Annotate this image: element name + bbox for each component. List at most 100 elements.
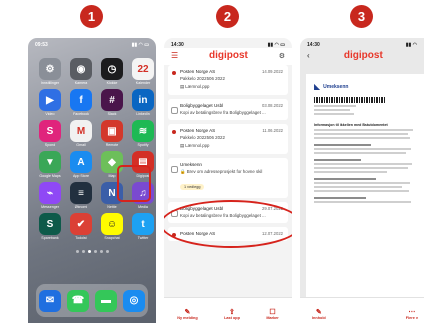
step-badge-2: 2 <box>216 5 239 28</box>
app-clock[interactable]: ◷ Klokke <box>99 58 125 85</box>
lock-icon: 🔒 <box>180 169 187 174</box>
app-economy[interactable]: ≡ Øknomi <box>68 182 94 209</box>
remote-icon: ▣ <box>101 120 123 142</box>
phone-home-screen: 09:53 ▮▮ ◠ ▭ ⚙ Innstillinger ◉ Kamera ◷ Klokk… <box>28 38 156 323</box>
app-label: Messenger <box>41 205 59 209</box>
spond-icon: S <box>39 120 61 142</box>
item-attachment: Lærnnol.ppp <box>185 143 210 148</box>
clock-icon: ◷ <box>101 58 123 80</box>
app-label: Google Maps <box>39 174 61 178</box>
page-dots <box>28 250 156 253</box>
item-date: 14.09.2022 <box>262 69 283 74</box>
menu-icon[interactable]: ☰ <box>171 51 178 60</box>
tab-contents[interactable]: ✎ Innhold <box>312 308 326 320</box>
app-camera[interactable]: ◉ Kamera <box>68 58 94 85</box>
app-label: Todoist <box>75 236 87 240</box>
phone-letter-view: 14:30 ▮▮ ◠ ‹ digipost ◣ Umeksenn Informa… <box>300 38 424 323</box>
tab-mark[interactable]: ☐ Marker <box>266 308 278 320</box>
inbox-item[interactable]: Posten Norge AS 11.06.2022 Pakkelo 2022506… <box>168 124 288 154</box>
bank-icon: S <box>39 213 61 235</box>
back-arrow-icon[interactable]: ‹ <box>307 51 310 60</box>
twitter-icon: t <box>132 213 154 235</box>
item-date: 03.08.2022 <box>262 103 283 108</box>
app-remote[interactable]: ▣ Remote <box>99 120 125 147</box>
new-message-icon: ✎ <box>184 309 191 316</box>
status-bar: 14:30 ▮▮ ◠ ▭ <box>164 38 292 48</box>
mark-icon: ☐ <box>269 309 276 316</box>
letter-document[interactable]: ◣ Umeksenn Informasjon til ikkelien med … <box>306 74 424 301</box>
messages-icon[interactable]: ▬ <box>95 289 117 312</box>
settings-icon: ⚙ <box>39 58 61 80</box>
app-app-store[interactable]: A App Store <box>68 151 94 178</box>
safari-icon[interactable]: ◎ <box>123 289 145 312</box>
tab-more[interactable]: ⋯ Flere v <box>406 308 418 320</box>
step-badge-3: 3 <box>350 5 373 28</box>
app-header: ‹ digipost <box>300 48 424 65</box>
tab-label: Marker <box>266 316 279 320</box>
status-icons: ▮▮ ◠ ▭ <box>131 42 149 48</box>
item-subject: Pakkelo 2022506 2022 <box>180 76 225 81</box>
snapchat-icon: ☺ <box>101 213 123 235</box>
phone-icon[interactable]: ☎ <box>67 289 89 312</box>
facebook-icon: f <box>70 89 92 111</box>
app-slack[interactable]: # Slack <box>99 89 125 116</box>
app-label: Kalender <box>135 81 151 85</box>
unread-dot-icon <box>172 130 176 134</box>
app-settings[interactable]: ⚙ Innstillinger <box>37 58 63 85</box>
inbox-item[interactable]: Umeksenn 🔒 Brev om adresseprosjekt for ho… <box>168 158 288 198</box>
sender-logo-icon: ◣ <box>314 82 321 91</box>
app-messenger[interactable]: ⌁ Messenger <box>37 182 63 209</box>
app-snapchat[interactable]: ☺ Snapchat <box>99 213 125 240</box>
app-video[interactable]: ▶ Video <box>37 89 63 116</box>
linkedin-icon: in <box>132 89 154 111</box>
select-checkbox[interactable] <box>171 107 178 114</box>
letter-sender: ◣ Umeksenn <box>314 82 349 91</box>
item-attachment: Lærnnol.ppp <box>185 84 210 89</box>
attachment-count-pill[interactable]: 1 vedlegg <box>180 184 205 190</box>
outlook-icon[interactable]: ✉ <box>39 289 61 312</box>
app-calendar[interactable]: 22 Kalender <box>130 58 156 85</box>
calendar-icon: 22 <box>132 58 154 80</box>
status-time: 09:53 <box>35 42 48 48</box>
inbox-item[interactable]: Boligbyggelaget Usbl 03.08.2022 Kopi av be… <box>168 99 288 120</box>
app-bank[interactable]: S Sparebank <box>37 213 63 240</box>
app-spotify[interactable]: ≋ Spotify <box>130 120 156 147</box>
inbox-item[interactable]: Posten Norge AS 14.09.2022 Pakkelo 2022506… <box>168 65 288 95</box>
spotify-icon: ≋ <box>132 120 154 142</box>
app-label: Nettie <box>107 205 117 209</box>
app-facebook[interactable]: f Facebook <box>68 89 94 116</box>
gmail-icon: M <box>70 120 92 142</box>
maps-icon: ▼ <box>39 151 61 173</box>
app-linkedin[interactable]: in LinkedIn <box>130 89 156 116</box>
app-gmail[interactable]: M Gmail <box>68 120 94 147</box>
select-checkbox[interactable] <box>171 166 178 173</box>
status-time: 14:30 <box>307 42 320 48</box>
tab-new-message[interactable]: ✎ Ny melding <box>177 308 197 320</box>
app-twitter[interactable]: t Twitter <box>130 213 156 240</box>
item-date: 11.06.2022 <box>262 128 283 133</box>
tab-upload[interactable]: ⇪ Last opp <box>224 308 240 320</box>
messenger-icon: ⌁ <box>39 182 61 204</box>
camera-icon: ◉ <box>70 58 92 80</box>
app-label: Remote <box>105 143 119 147</box>
tab-label: Ny melding <box>177 316 198 320</box>
item-sender: Umeksenn <box>180 162 202 167</box>
app-todoist[interactable]: ✔ Todoist <box>68 213 94 240</box>
app-label: Map <box>108 174 116 178</box>
todoist-icon: ✔ <box>70 213 92 235</box>
tab-label: Innhold <box>312 316 326 320</box>
digipost-logo: digipost <box>343 50 383 61</box>
app-label: LinkedIn <box>136 112 150 116</box>
bottom-tab-bar: ✎ Innhold ⋯ Flere v <box>300 297 424 323</box>
step-badge-1: 1 <box>80 5 103 28</box>
phone-digipost-inbox: 14:30 ▮▮ ◠ ▭ ☰ digipost ⚙ Posten Norge A… <box>164 38 292 323</box>
app-label: Media <box>138 205 148 209</box>
app-label: Gmail <box>76 143 86 147</box>
settings-icon[interactable]: ⚙ <box>279 52 285 60</box>
app-maps[interactable]: ▼ Google Maps <box>37 151 63 178</box>
app-spond[interactable]: S Spond <box>37 120 63 147</box>
app-store-icon: A <box>70 151 92 173</box>
status-time: 14:30 <box>171 42 184 48</box>
app-label: Spond <box>44 143 56 147</box>
status-bar: 09:53 ▮▮ ◠ ▭ <box>28 38 156 48</box>
